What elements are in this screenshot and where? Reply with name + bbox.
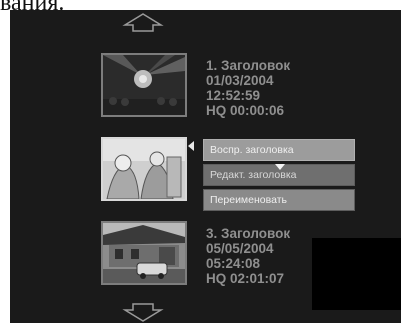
menu-item-edit-title[interactable]: Редакт. заголовка — [203, 164, 355, 186]
title-time: 12:52:59 — [206, 88, 261, 103]
title-name: 1. Заголовок — [206, 58, 291, 73]
title-date: 01/03/2004 — [206, 73, 274, 88]
menu-item-play-title[interactable]: Воспр. заголовка — [203, 139, 355, 161]
title-info-1: 1. Заголовок 01/03/2004 12:52:59 HQ 00:0… — [206, 58, 346, 118]
arrow-up-icon[interactable] — [103, 13, 183, 33]
menu-pointer-icon — [275, 164, 285, 170]
house-car-image — [103, 223, 185, 283]
title-duration: HQ 02:01:07 — [206, 271, 285, 286]
concert-image — [103, 55, 185, 115]
title-thumbnail-1[interactable] — [101, 53, 187, 117]
menu-item-rename[interactable]: Переименовать — [203, 189, 355, 211]
title-name: 3. Заголовок — [206, 226, 291, 241]
arrow-down-icon[interactable] — [103, 302, 183, 322]
title-thumbnail-3[interactable] — [101, 221, 187, 285]
title-time: 05:24:08 — [206, 256, 261, 271]
title-info-3: 3. Заголовок 05/05/2004 05:24:08 HQ 02:0… — [206, 226, 346, 286]
cartoon-image — [103, 139, 185, 199]
context-menu: Воспр. заголовка Редакт. заголовка Переи… — [203, 139, 355, 214]
title-duration: HQ 00:00:06 — [206, 103, 285, 118]
menu-item-label: Редакт. заголовка — [210, 169, 297, 181]
title-thumbnail-2[interactable] — [101, 137, 187, 201]
title-date: 05/05/2004 — [206, 241, 274, 256]
selection-cursor-icon — [188, 141, 194, 151]
